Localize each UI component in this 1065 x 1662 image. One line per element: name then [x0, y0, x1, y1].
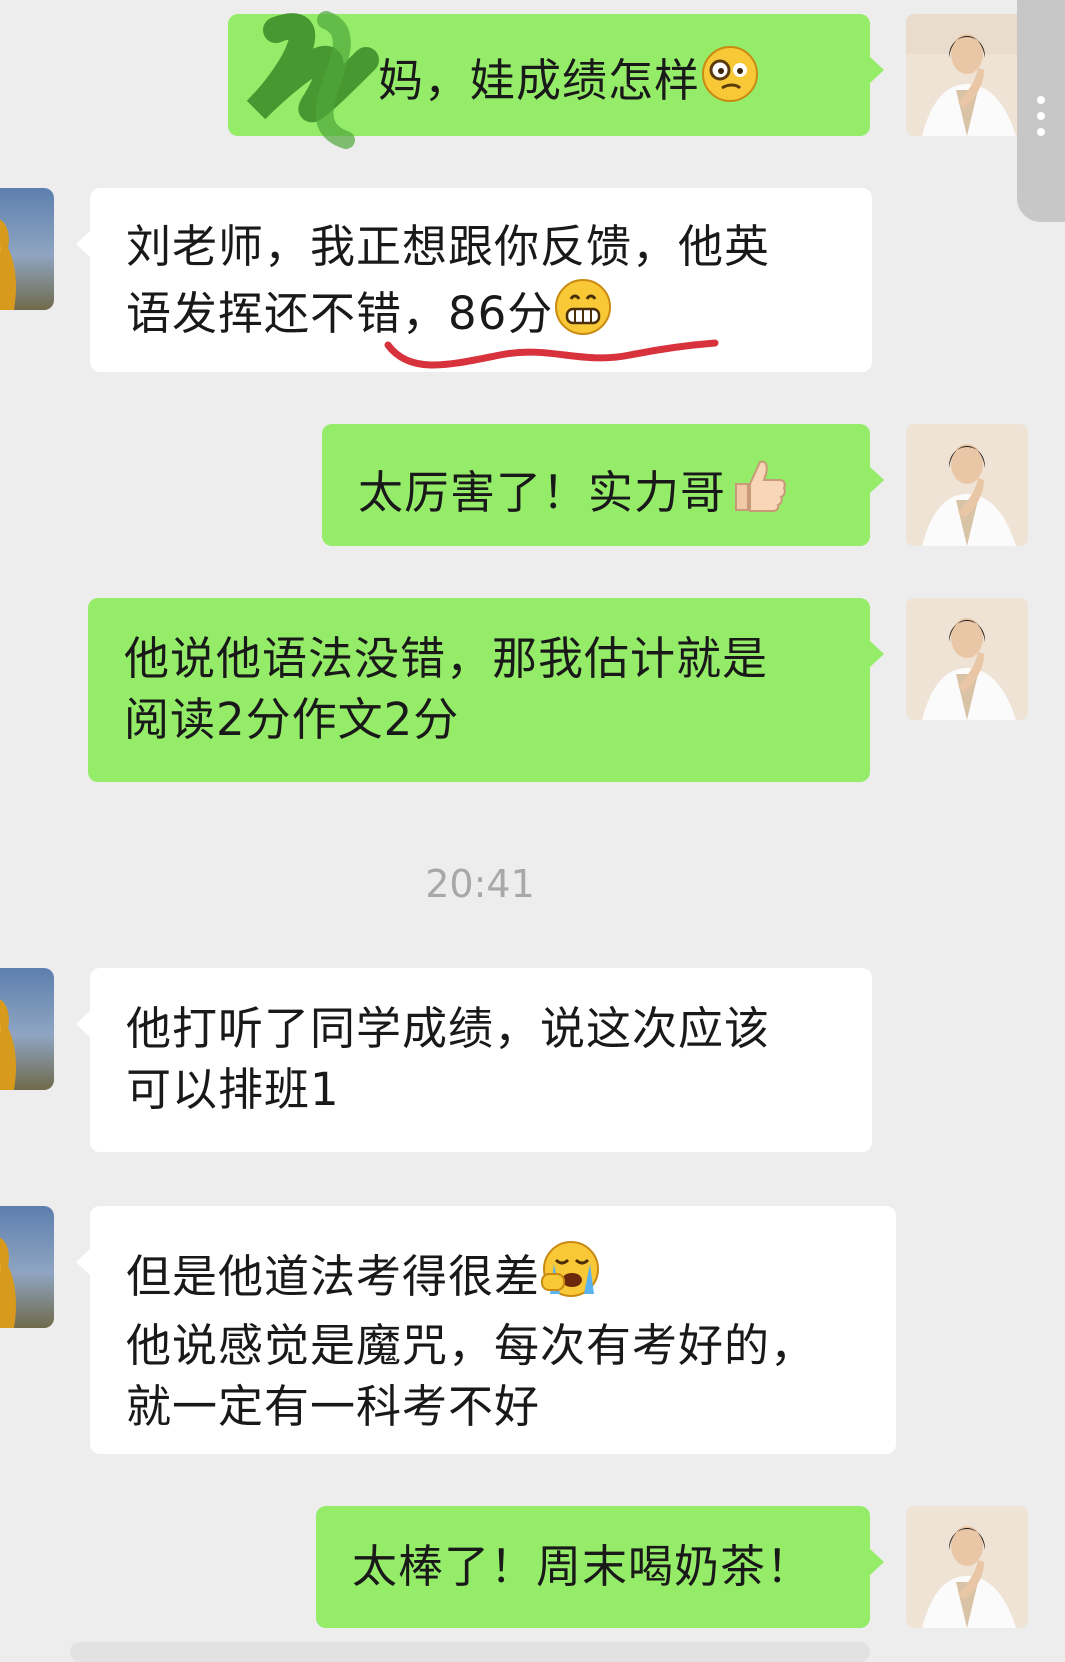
message-text: 妈，娃成绩怎样 — [378, 54, 701, 107]
message-text-line: 阅读2分作文2分 — [124, 693, 460, 746]
loudly-crying-face-emoji — [540, 1238, 602, 1315]
my-avatar[interactable] — [906, 1506, 1028, 1628]
message-bubble-sent[interactable]: 太棒了！周末喝奶茶！ — [316, 1506, 884, 1628]
message-text-line-content: 但是他道法考得很差 — [126, 1250, 541, 1303]
golden-statue-image — [0, 219, 16, 310]
scroll-handle[interactable] — [1017, 0, 1065, 222]
portrait-image — [906, 1506, 1028, 1628]
message-text-line: 但是他道法考得很差 — [126, 1238, 872, 1315]
scroll-handle-dot — [1037, 128, 1045, 136]
message-text-line: 就一定有一科考不好 — [126, 1380, 541, 1433]
golden-statue-image — [0, 999, 16, 1090]
portrait-image — [906, 424, 1028, 546]
monocle-face-emoji — [700, 44, 760, 119]
message-bubble-received[interactable]: 但是他道法考得很差 他说感觉是魔咒，每次有考好的， 就一定有一科考不好 — [76, 1206, 896, 1454]
chat-timestamp: 20:41 — [425, 862, 535, 906]
message-text-line: 他说感觉是魔咒，每次有考好的， — [126, 1319, 817, 1372]
message-bubble-sent[interactable]: 太厉害了！实力哥 — [322, 424, 884, 546]
message-text-line: 刘老师，我正想跟你反馈，他英 — [126, 220, 771, 273]
message-text-line: 他说他语法没错，那我估计就是 — [124, 632, 769, 685]
golden-statue-image — [0, 1237, 16, 1328]
message-text: 太棒了！周末喝奶茶！ — [352, 1540, 813, 1593]
scroll-handle-dot — [1037, 112, 1045, 120]
my-avatar[interactable] — [906, 14, 1028, 136]
redaction-scribble — [246, 11, 379, 149]
message-bubble-received[interactable]: 他打听了同学成绩，说这次应该 可以排班1 — [76, 968, 872, 1152]
portrait-image — [906, 14, 1028, 136]
contact-avatar[interactable] — [0, 188, 54, 310]
red-underline-annotation — [384, 339, 719, 369]
message-text-line: 他打听了同学成绩，说这次应该 — [126, 1002, 771, 1055]
my-avatar[interactable] — [906, 598, 1028, 720]
message-text: 太厉害了！实力哥 — [358, 466, 727, 519]
contact-avatar[interactable] — [0, 968, 54, 1090]
portrait-image — [906, 598, 1028, 720]
bottom-input-bar-edge — [70, 1642, 870, 1662]
message-bubble-sent[interactable]: 他说他语法没错，那我估计就是 阅读2分作文2分 — [88, 598, 884, 782]
contact-avatar[interactable] — [0, 1206, 54, 1328]
my-avatar[interactable] — [906, 424, 1028, 546]
scroll-handle-dot — [1037, 96, 1045, 104]
message-text-line: 可以排班1 — [126, 1063, 340, 1116]
thumbs-up-emoji — [726, 454, 788, 531]
